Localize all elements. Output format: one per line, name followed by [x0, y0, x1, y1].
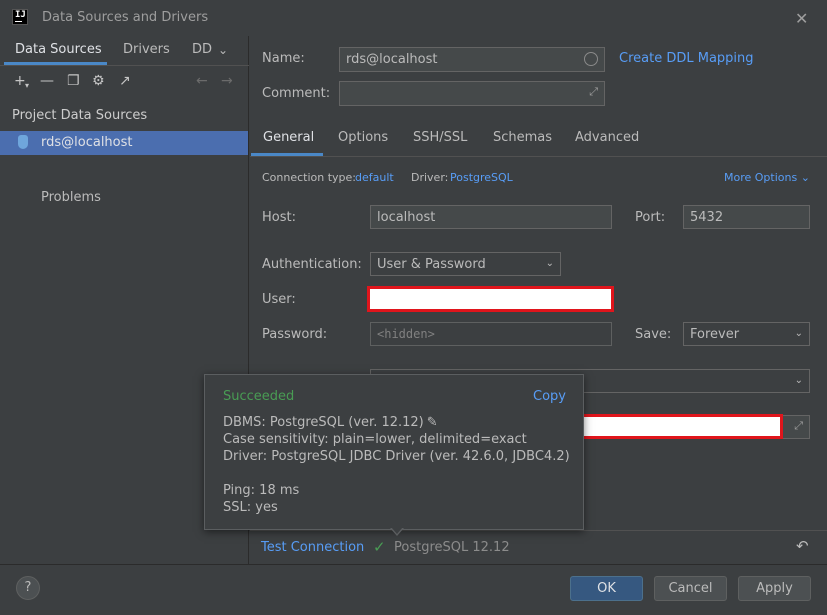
save-value: Forever — [690, 327, 740, 342]
tab-divider — [0, 65, 249, 66]
driver-label: Driver: — [411, 171, 449, 184]
comment-label: Comment: — [262, 86, 331, 101]
postgresql-icon — [18, 135, 28, 149]
url-field-redacted — [581, 414, 783, 439]
connection-result-popup: Succeeded Copy DBMS: PostgreSQL (ver. 12… — [204, 374, 584, 530]
chevron-down-icon: ⌄ — [794, 328, 803, 339]
succeeded-status: Succeeded — [223, 389, 295, 404]
tabs-overflow-chevron-icon[interactable]: ⌄ — [218, 43, 228, 57]
connection-type-link[interactable]: default — [355, 171, 394, 184]
name-value: rds@localhost — [346, 52, 438, 67]
ok-button[interactable]: OK — [570, 576, 643, 601]
name-field[interactable]: rds@localhost — [339, 47, 605, 72]
close-icon[interactable]: ✕ — [795, 9, 808, 28]
test-connection-link[interactable]: Test Connection — [261, 540, 364, 555]
tab-ssh-ssl[interactable]: SSH/SSL — [413, 130, 467, 145]
ping-line: Ping: 18 ms — [223, 483, 300, 498]
authentication-select[interactable]: User & Password ⌄ — [370, 252, 561, 276]
undo-icon[interactable]: ↶ — [796, 537, 809, 555]
tabs-divider — [250, 156, 827, 157]
port-label: Port: — [635, 210, 666, 225]
create-ddl-mapping-link[interactable]: Create DDL Mapping — [619, 51, 754, 66]
copy-link[interactable]: Copy — [533, 389, 566, 404]
comment-field[interactable]: ⤢ — [339, 81, 605, 106]
authentication-value: User & Password — [377, 257, 486, 272]
connection-result-label: PostgreSQL 12.12 — [394, 540, 510, 555]
popup-pointer-fill — [391, 527, 403, 534]
password-field[interactable]: <hidden> — [370, 322, 612, 346]
tab-schemas[interactable]: Schemas — [493, 130, 552, 145]
apply-button[interactable]: Apply — [738, 576, 811, 601]
data-source-label: rds@localhost — [41, 135, 133, 150]
password-label: Password: — [262, 327, 328, 342]
connection-type-label: Connection type: — [262, 171, 357, 184]
name-color-circle-icon[interactable] — [584, 52, 598, 66]
settings-icon[interactable]: ⚙ — [92, 73, 105, 89]
tab-data-sources[interactable]: Data Sources — [15, 42, 102, 57]
port-field[interactable]: 5432 — [683, 205, 810, 229]
tab-ddl[interactable]: DD — [192, 42, 212, 57]
host-label: Host: — [262, 210, 296, 225]
user-field-redacted[interactable] — [367, 286, 614, 312]
back-arrow-icon[interactable]: ← — [196, 73, 208, 89]
add-dropdown-icon[interactable]: ▾ — [25, 81, 29, 90]
project-data-sources-heading: Project Data Sources — [12, 108, 148, 123]
save-select[interactable]: Forever ⌄ — [683, 322, 810, 346]
driver-line: Driver: PostgreSQL JDBC Driver (ver. 42.… — [223, 449, 570, 464]
tab-options[interactable]: Options — [338, 130, 388, 145]
tab-drivers[interactable]: Drivers — [123, 42, 170, 57]
check-icon: ✓ — [373, 538, 386, 556]
user-label: User: — [262, 292, 296, 307]
authentication-label: Authentication: — [262, 257, 362, 272]
ssl-line: SSL: yes — [223, 500, 278, 515]
list-item-rds-localhost[interactable]: rds@localhost — [0, 131, 248, 155]
test-connection-bar: Test Connection ✓ PostgreSQL 12.12 ↶ — [250, 530, 827, 564]
more-options-link[interactable]: More Options ⌄ — [724, 171, 810, 184]
window-title: Data Sources and Drivers — [42, 10, 209, 25]
help-button[interactable]: ? — [16, 576, 40, 600]
case-sensitivity-line: Case sensitivity: plain=lower, delimited… — [223, 432, 527, 447]
expand-icon[interactable]: ⤢ — [589, 85, 598, 99]
forward-arrow-icon[interactable]: → — [221, 73, 233, 89]
title-bar: IJ Data Sources and Drivers ✕ — [0, 0, 827, 36]
expand-icon[interactable]: ⤢ — [794, 419, 803, 433]
save-label: Save: — [635, 327, 672, 342]
edit-icon[interactable]: ✎ — [427, 415, 438, 430]
host-field[interactable]: localhost — [370, 205, 612, 229]
more-options-label: More Options — [724, 171, 798, 184]
name-label: Name: — [262, 51, 305, 66]
chevron-down-icon: ⌄ — [545, 258, 554, 269]
tab-general[interactable]: General — [263, 130, 314, 145]
chevron-down-icon: ⌄ — [800, 171, 810, 184]
cancel-button[interactable]: Cancel — [654, 576, 727, 601]
chevron-down-icon: ⌄ — [794, 375, 803, 386]
remove-icon[interactable]: — — [40, 73, 54, 89]
jump-to-icon[interactable]: ↗ — [119, 73, 131, 89]
driver-link[interactable]: PostgreSQL — [450, 171, 513, 184]
dbms-line: DBMS: PostgreSQL (ver. 12.12) ✎ — [223, 415, 438, 430]
add-icon[interactable]: + — [14, 73, 26, 89]
problems-item[interactable]: Problems — [41, 190, 101, 205]
app-logo: IJ — [12, 9, 28, 25]
duplicate-icon[interactable]: ❐ — [67, 73, 80, 89]
dbms-text: DBMS: PostgreSQL (ver. 12.12) — [223, 415, 424, 430]
tab-advanced[interactable]: Advanced — [575, 130, 639, 145]
